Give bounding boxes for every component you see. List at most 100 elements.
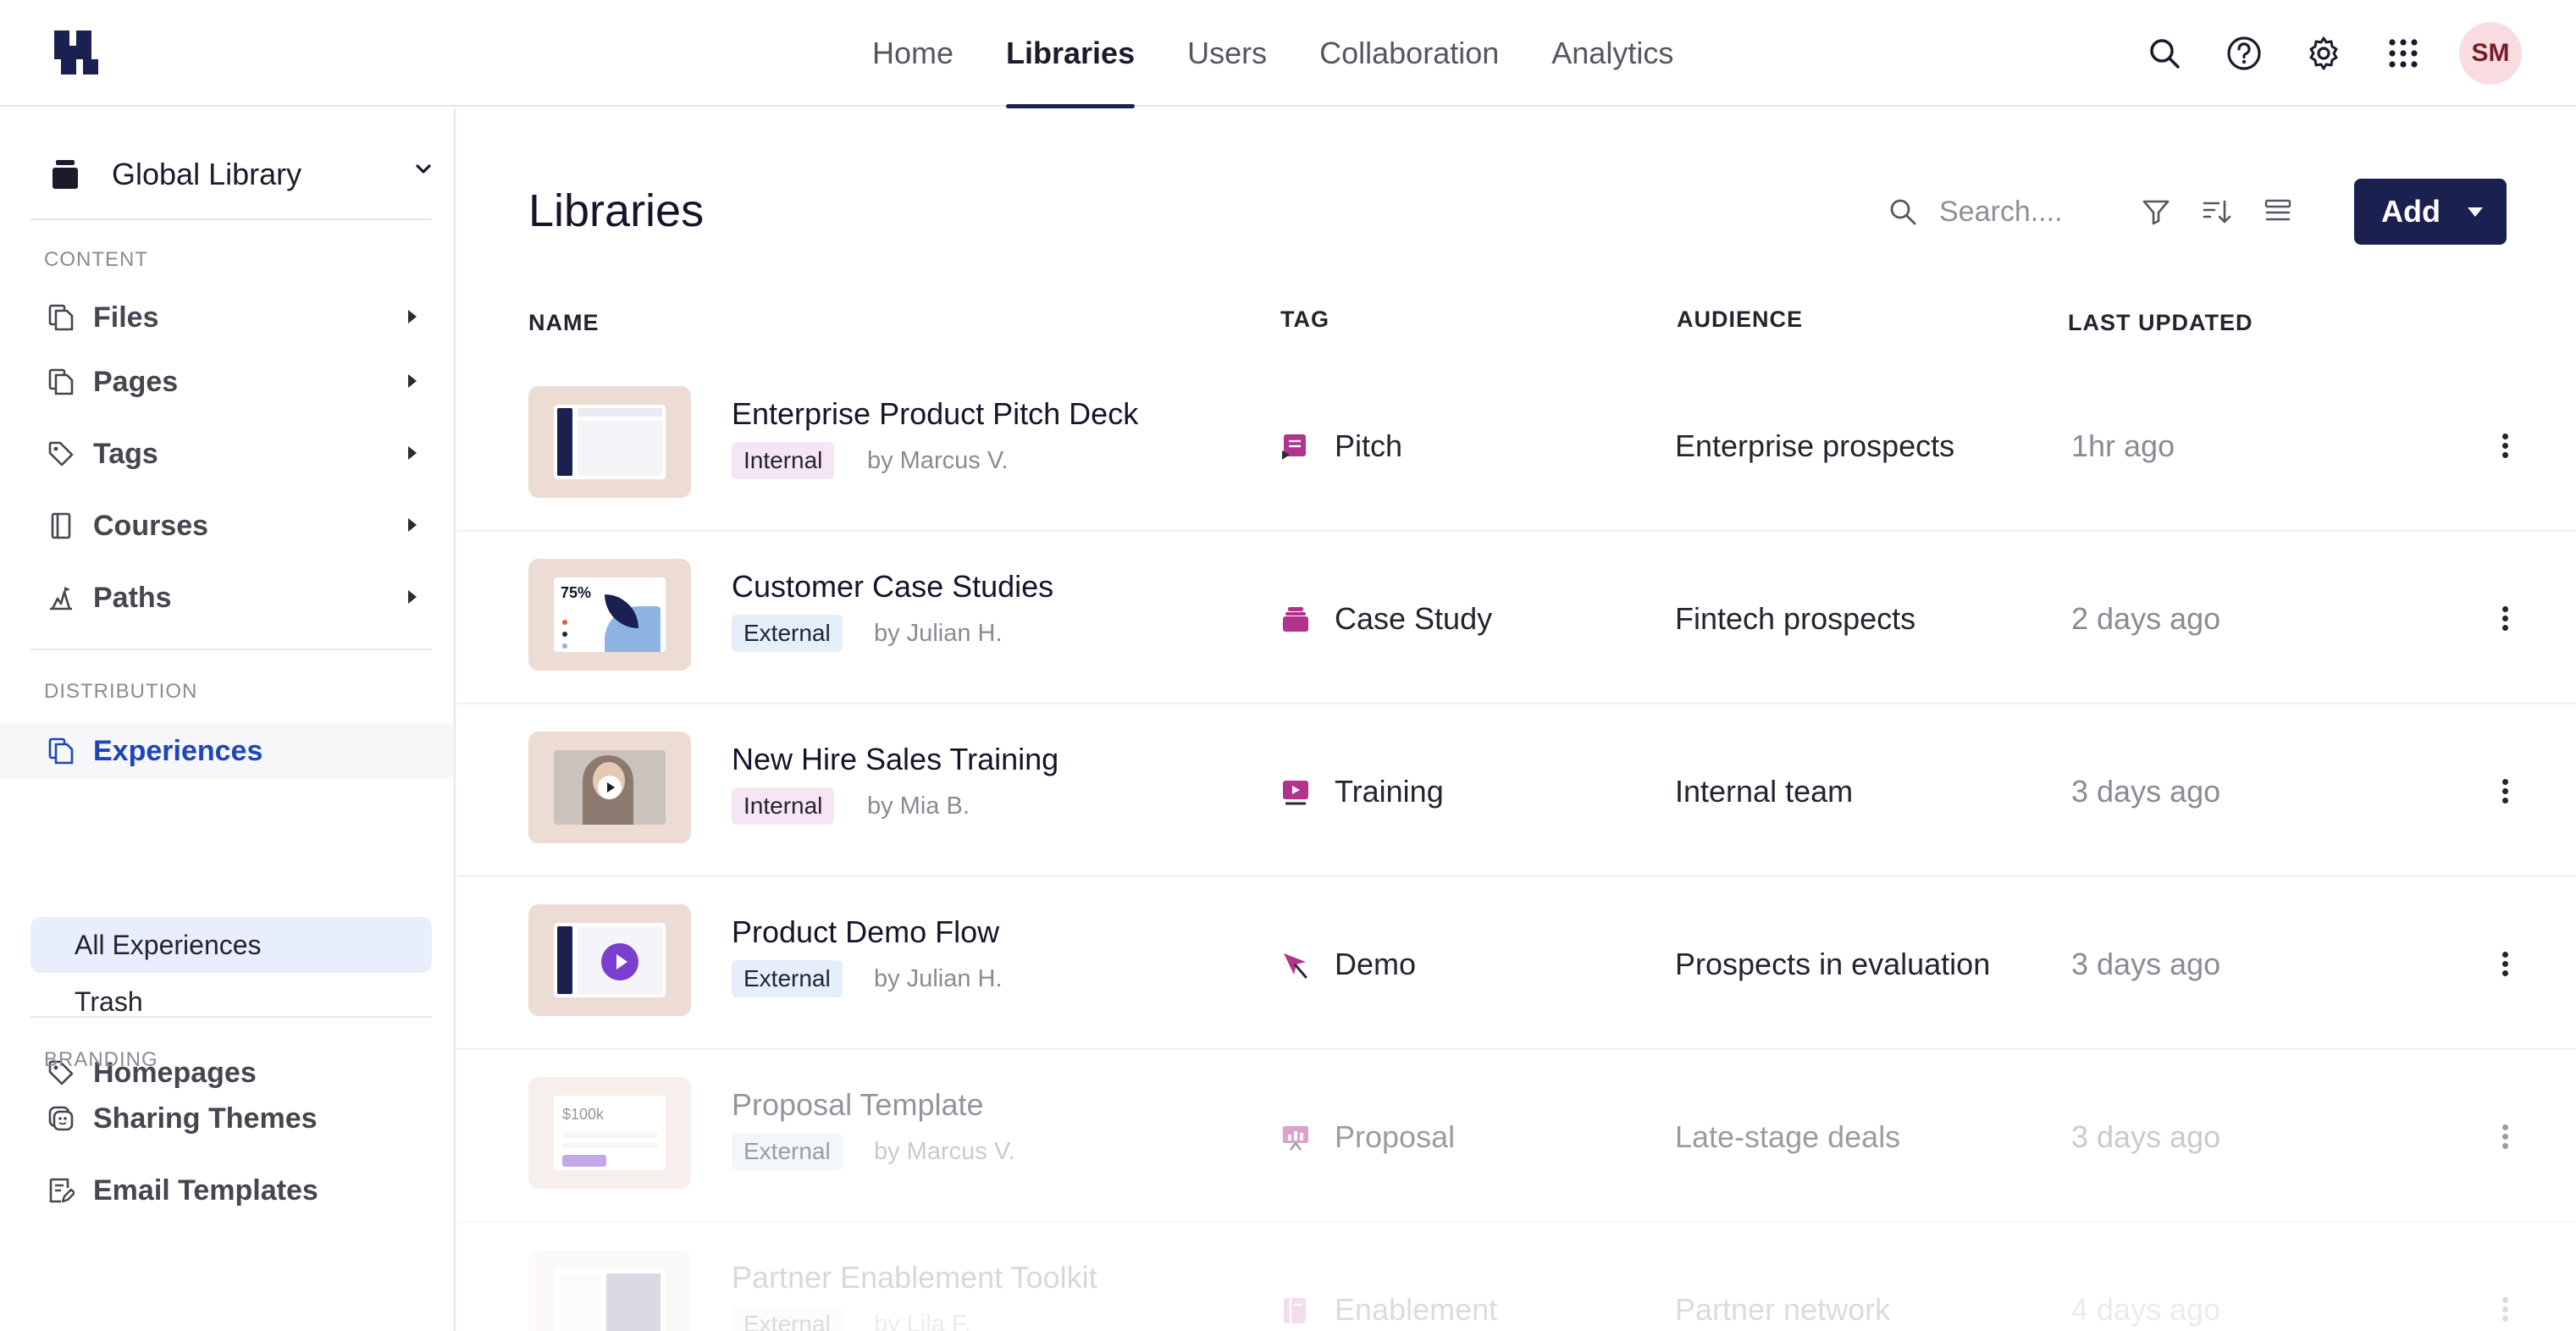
sidebar-item-sharing-themes[interactable]: Sharing Themes: [30, 1091, 437, 1146]
nav-users[interactable]: Users: [1187, 0, 1267, 107]
caret-right-icon: [408, 446, 417, 460]
sort-icon[interactable]: [2197, 191, 2237, 232]
nav-collaboration[interactable]: Collaboration: [1319, 0, 1499, 107]
row-title[interactable]: Product Demo Flow: [732, 914, 999, 950]
sidebar-subitem-all-experiences[interactable]: All Experiences: [30, 917, 432, 973]
row-title[interactable]: Customer Case Studies: [732, 569, 1053, 605]
thumbnail: [528, 904, 691, 1016]
more-options-icon[interactable]: [2479, 942, 2530, 986]
last-updated: 3 days ago: [2071, 774, 2221, 809]
audience: Enterprise prospects: [1675, 428, 1955, 463]
column-header-last-updated[interactable]: LAST UPDATED: [2068, 310, 2253, 336]
last-updated: 1hr ago: [2071, 428, 2175, 463]
library-icon: [53, 160, 78, 189]
sidebar-item-tags[interactable]: Tags: [30, 426, 437, 482]
sidebar-item-label: Experiences: [93, 734, 263, 767]
nav-analytics[interactable]: Analytics: [1551, 0, 1673, 107]
thumbnail: [528, 1250, 691, 1331]
caret-right-icon: [408, 374, 417, 388]
table-row[interactable]: 75% Customer Case Studies External by Ju…: [457, 532, 2576, 704]
column-header-tag[interactable]: TAG: [1280, 307, 1329, 333]
more-options-icon[interactable]: [2479, 1114, 2530, 1158]
sidebar-subitem-trash[interactable]: Trash: [30, 974, 432, 1030]
add-button[interactable]: Add: [2354, 179, 2507, 245]
more-options-icon[interactable]: [2479, 596, 2530, 640]
last-updated: 4 days ago: [2071, 1292, 2221, 1327]
help-icon[interactable]: [2220, 30, 2268, 77]
last-updated: 3 days ago: [2071, 947, 2221, 981]
audience: Fintech prospects: [1675, 601, 1916, 636]
thumbnail: [528, 732, 691, 843]
tag-label: Proposal: [1335, 1119, 1456, 1154]
play-icon[interactable]: [598, 776, 622, 799]
user-avatar[interactable]: SM: [2459, 22, 2522, 85]
visibility-badge: Internal: [732, 787, 835, 825]
more-options-icon[interactable]: [2479, 423, 2530, 467]
sidebar-item-paths[interactable]: Paths: [30, 570, 437, 626]
add-button-label: Add: [2381, 194, 2441, 229]
visibility-badge: External: [732, 960, 843, 997]
table-row[interactable]: Enterprise Product Pitch Deck Internal b…: [457, 359, 2576, 532]
view-list-icon[interactable]: [2258, 191, 2298, 232]
nav-libraries[interactable]: Libraries: [1006, 0, 1136, 108]
visibility-badge: External: [732, 1133, 843, 1170]
top-actions: SM: [2109, 0, 2522, 107]
play-icon[interactable]: [601, 943, 638, 980]
more-options-icon[interactable]: [2479, 769, 2530, 813]
sidebar-item-label: Pages: [93, 365, 179, 398]
nav-home[interactable]: Home: [872, 0, 954, 107]
audience: Late-stage deals: [1675, 1119, 1901, 1154]
last-updated: 2 days ago: [2071, 601, 2221, 636]
sidebar-item-courses[interactable]: Courses: [30, 498, 437, 554]
table-row[interactable]: New Hire Sales Training Internal by Mia …: [457, 704, 2576, 877]
search-icon[interactable]: [2141, 30, 2188, 77]
row-author: by Mia B.: [867, 792, 970, 820]
more-options-icon[interactable]: [2479, 1287, 2530, 1331]
row-title[interactable]: New Hire Sales Training: [732, 742, 1059, 777]
row-author: by Lila F.: [874, 1310, 971, 1331]
sidebar-item-label: Courses: [93, 509, 209, 542]
visibility-badge: External: [732, 1306, 843, 1331]
row-author: by Julian H.: [874, 619, 1003, 647]
table-row[interactable]: Partner Enablement Toolkit External by L…: [457, 1223, 2576, 1331]
sidebar: Global Library CONTENT Files Pages Tags …: [0, 108, 456, 1331]
brand-logo[interactable]: [54, 30, 98, 75]
app-grid-icon[interactable]: [2380, 30, 2427, 77]
sidebar-item-pages[interactable]: Pages: [30, 354, 437, 410]
sidebar-item-email-templates[interactable]: Email Templates: [30, 1163, 437, 1218]
tag-label: Training: [1335, 774, 1444, 809]
tag-label: Demo: [1335, 947, 1417, 981]
sidebar-item-label: Email Templates: [93, 1174, 318, 1207]
thumbnail-caption: $100k: [562, 1106, 605, 1123]
sidebar-item-files[interactable]: Files: [30, 290, 437, 345]
caret-right-icon: [408, 310, 417, 323]
table-row[interactable]: $100k Proposal Template External by Marc…: [457, 1050, 2576, 1223]
search-input[interactable]: [1939, 195, 2109, 229]
cursor-icon: [1284, 953, 1307, 979]
filter-icon[interactable]: [2136, 191, 2176, 232]
column-header-name[interactable]: NAME: [528, 310, 600, 336]
library-selector[interactable]: Global Library: [27, 141, 434, 208]
thumbnail-caption: 75%: [561, 584, 592, 601]
row-author: by Marcus V.: [874, 1137, 1015, 1165]
thumbnail: [528, 386, 691, 498]
sidebar-divider: [30, 218, 432, 220]
section-distribution-heading: DISTRIBUTION: [44, 680, 198, 703]
column-header-audience[interactable]: AUDIENCE: [1677, 307, 1803, 333]
row-author: by Marcus V.: [867, 446, 1009, 474]
row-title[interactable]: Enterprise Product Pitch Deck: [732, 396, 1138, 432]
sidebar-item-label: Files: [93, 301, 159, 334]
audience: Internal team: [1675, 774, 1854, 809]
tag-label: Pitch: [1335, 428, 1403, 463]
row-title[interactable]: Partner Enablement Toolkit: [732, 1260, 1097, 1295]
section-content-heading: CONTENT: [44, 248, 148, 271]
files-icon: [44, 301, 78, 334]
case-study-icon: [1283, 607, 1308, 632]
top-nav: Home Libraries Users Collaboration Analy…: [872, 0, 1726, 108]
table-row[interactable]: Product Demo Flow External by Julian H. …: [457, 877, 2576, 1050]
sidebar-item-experiences[interactable]: Experiences: [0, 723, 454, 779]
row-title[interactable]: Proposal Template: [732, 1087, 984, 1123]
gear-icon[interactable]: [2300, 30, 2347, 77]
caret-down-icon[interactable]: [2468, 207, 2483, 217]
chevron-down-icon: [416, 164, 431, 174]
